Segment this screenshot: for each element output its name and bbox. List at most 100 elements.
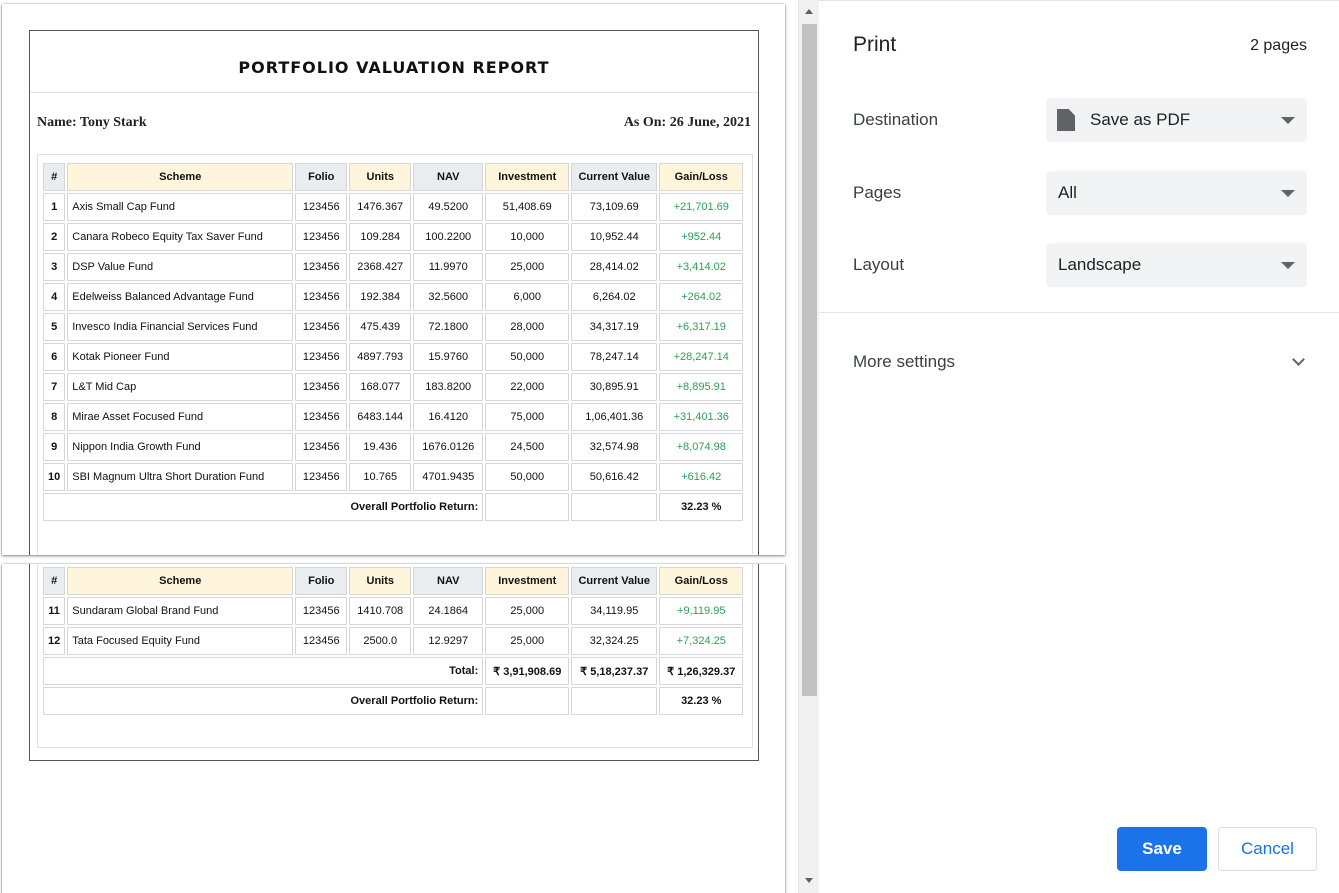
portfolio-return-label: Overall Portfolio Return: <box>43 493 484 521</box>
destination-select[interactable]: Save as PDF <box>1046 98 1307 142</box>
header-num: # <box>43 567 66 595</box>
current-value-cell: 10,952.44 <box>571 223 658 251</box>
header-investment: Investment <box>485 163 570 191</box>
portfolio-return-label: Overall Portfolio Return: <box>43 687 484 715</box>
units-cell: 4897.793 <box>349 343 412 371</box>
header-nav: NAV <box>413 163 484 191</box>
header-gain-loss: Gain/Loss <box>659 163 744 191</box>
more-settings-toggle[interactable]: More settings <box>853 352 1307 376</box>
table-row: 2 Canara Robeco Equity Tax Saver Fund 1234… <box>43 223 744 251</box>
gain-loss-cell: +28,247.14 <box>659 343 744 371</box>
folio-cell: 123456 <box>295 463 348 491</box>
scheme-cell: Nippon India Growth Fund <box>67 433 294 461</box>
portfolio-return-row: Overall Portfolio Return: 32.23 % <box>43 493 744 521</box>
units-cell: 475.439 <box>349 313 412 341</box>
row-number: 11 <box>43 597 66 625</box>
header-scheme: Scheme <box>67 567 294 595</box>
header-num: # <box>43 163 66 191</box>
report-frame: PORTFOLIO VALUATION REPORT Name: Tony St… <box>29 30 759 555</box>
folio-cell: 123456 <box>295 403 348 431</box>
scheme-cell: Mirae Asset Focused Fund <box>67 403 294 431</box>
investment-cell: 10,000 <box>485 223 570 251</box>
current-value-cell: 34,317.19 <box>571 313 658 341</box>
units-cell: 6483.144 <box>349 403 412 431</box>
settings-divider <box>819 312 1339 313</box>
nav-cell: 1676.0126 <box>413 433 484 461</box>
scheme-cell: Kotak Pioneer Fund <box>67 343 294 371</box>
table-row: 9 Nippon India Growth Fund 123456 19.436 167… <box>43 433 744 461</box>
current-value-cell: 34,119.95 <box>571 597 658 625</box>
portfolio-return-row: Overall Portfolio Return: 32.23 % <box>43 687 744 715</box>
nav-cell: 15.9760 <box>413 343 484 371</box>
nav-cell: 16.4120 <box>413 403 484 431</box>
scheme-cell: Axis Small Cap Fund <box>67 193 294 221</box>
scheme-cell: Invesco India Financial Services Fund <box>67 313 294 341</box>
folio-cell: 123456 <box>295 373 348 401</box>
investor-name: Name: Tony Stark <box>37 115 147 130</box>
row-number: 1 <box>43 193 66 221</box>
layout-value: Landscape <box>1058 255 1142 274</box>
folio-cell: 123456 <box>295 253 348 281</box>
layout-select[interactable]: Landscape <box>1046 243 1307 287</box>
scheme-cell: Tata Focused Equity Fund <box>67 627 294 655</box>
header-folio: Folio <box>295 163 348 191</box>
header-units: Units <box>349 163 412 191</box>
table-row: 8 Mirae Asset Focused Fund 123456 6483.144 1… <box>43 403 744 431</box>
report-title: PORTFOLIO VALUATION REPORT <box>30 31 758 93</box>
folio-cell: 123456 <box>295 193 348 221</box>
page-count: 2 pages <box>1250 37 1307 54</box>
investment-cell: 50,000 <box>485 343 570 371</box>
cancel-button[interactable]: Cancel <box>1218 827 1317 871</box>
table-row: 7 L&T Mid Cap 123456 168.077 183.8200 22,000 3… <box>43 373 744 401</box>
gain-loss-cell: +9,119.95 <box>659 597 744 625</box>
folio-cell: 123456 <box>295 313 348 341</box>
current-value-cell: 1,06,401.36 <box>571 403 658 431</box>
gain-loss-cell: +7,324.25 <box>659 627 744 655</box>
gain-loss-cell: +616.42 <box>659 463 744 491</box>
current-value-cell: 32,574.98 <box>571 433 658 461</box>
units-cell: 109.284 <box>349 223 412 251</box>
folio-cell: 123456 <box>295 433 348 461</box>
header-investment: Investment <box>485 567 570 595</box>
row-number: 2 <box>43 223 66 251</box>
pages-select[interactable]: All <box>1046 171 1307 215</box>
nav-cell: 183.8200 <box>413 373 484 401</box>
destination-value: Save as PDF <box>1090 110 1191 129</box>
portfolio-table-continued: # Scheme Folio Units NAV Investment Curr… <box>41 565 745 717</box>
row-number: 6 <box>43 343 66 371</box>
table-row: 12 Tata Focused Equity Fund 123456 2500.0 12… <box>43 627 744 655</box>
preview-scrollbar[interactable] <box>798 0 819 893</box>
portfolio-return-value: 32.23 % <box>659 687 744 715</box>
scroll-up-arrow-icon[interactable] <box>805 9 813 14</box>
investment-cell: 51,408.69 <box>485 193 570 221</box>
print-settings-panel: Print 2 pages Destination Save as PDF Pa… <box>819 0 1339 893</box>
scheme-cell: Canara Robeco Equity Tax Saver Fund <box>67 223 294 251</box>
table-header-row: # Scheme Folio Units NAV Investment Curr… <box>43 567 744 595</box>
units-cell: 19.436 <box>349 433 412 461</box>
current-value-cell: 30,895.91 <box>571 373 658 401</box>
table-container-continued: # Scheme Folio Units NAV Investment Curr… <box>37 564 753 748</box>
report-date: As On: 26 June, 2021 <box>623 115 751 130</box>
table-row: 10 SBI Magnum Ultra Short Duration Fund 12… <box>43 463 744 491</box>
layout-label: Layout <box>853 255 905 274</box>
row-number: 12 <box>43 627 66 655</box>
current-value-cell: 78,247.14 <box>571 343 658 371</box>
investment-cell: 28,000 <box>485 313 570 341</box>
total-current-value: ₹ 5,18,237.37 <box>571 657 658 685</box>
empty-cell <box>571 687 658 715</box>
row-number: 10 <box>43 463 66 491</box>
table-container: # Scheme Folio Units NAV Investment Curr… <box>37 154 753 554</box>
table-row: 5 Invesco India Financial Services Fund 12… <box>43 313 744 341</box>
folio-cell: 123456 <box>295 343 348 371</box>
table-row: 4 Edelweiss Balanced Advantage Fund 123456… <box>43 283 744 311</box>
save-button[interactable]: Save <box>1117 827 1207 871</box>
header-nav: NAV <box>413 567 484 595</box>
scheme-cell: DSP Value Fund <box>67 253 294 281</box>
report-frame-continued: # Scheme Folio Units NAV Investment Curr… <box>29 564 759 761</box>
scrollbar-thumb[interactable] <box>802 24 817 696</box>
nav-cell: 12.9297 <box>413 627 484 655</box>
nav-cell: 49.5200 <box>413 193 484 221</box>
more-settings-label: More settings <box>853 352 956 371</box>
total-label: Total: <box>43 657 484 685</box>
scroll-down-arrow-icon[interactable] <box>805 878 813 883</box>
